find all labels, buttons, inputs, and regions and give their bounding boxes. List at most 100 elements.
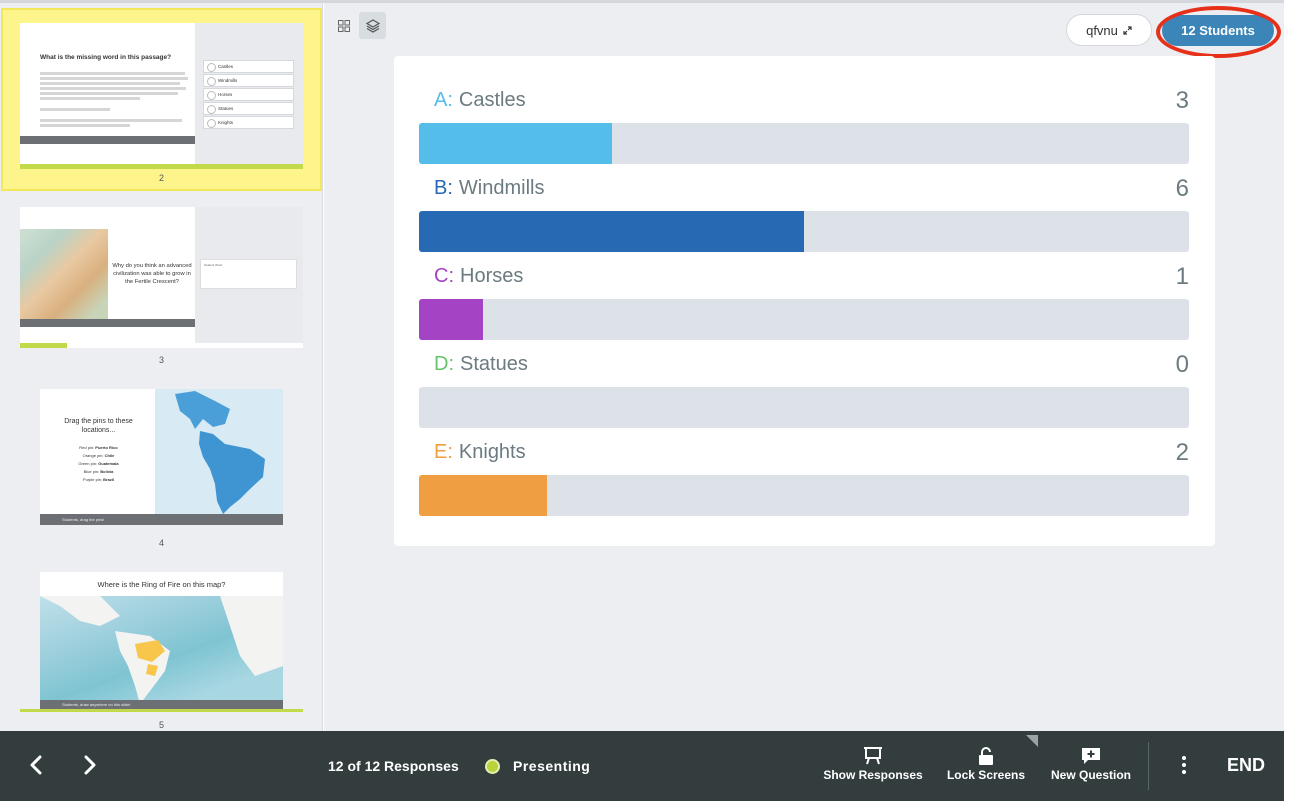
answer-bar-fill — [419, 123, 612, 164]
more-options-icon[interactable] — [1174, 753, 1194, 777]
presenting-status: Presenting — [513, 758, 591, 774]
new-question-label: New Question — [1050, 768, 1131, 782]
pin-row: Green pin: Guatemala — [56, 460, 141, 468]
answer-bar-track — [419, 387, 1189, 428]
pin-label: Orange pin: — [82, 453, 104, 458]
lock-screens-button[interactable]: Lock Screens — [945, 747, 1027, 782]
show-responses-button[interactable]: Show Responses — [822, 747, 924, 782]
answer-bar-fill — [419, 299, 484, 340]
pin-label: Blue pin: — [83, 469, 100, 474]
slide-sidebar[interactable]: What is the missing word in this passage… — [0, 3, 323, 731]
bottom-toolbar: 12 of 12 Responses Presenting Show Respo… — [0, 731, 1284, 801]
answer-text: Windmills — [458, 177, 545, 199]
slide-4-footer: Students, drag the pins! — [40, 514, 283, 525]
answer-bar-track — [419, 475, 1189, 516]
grid-view-button[interactable] — [330, 12, 357, 39]
slide-4-pin-list: Red pin: Puerto Rico Orange pin: Chile G… — [56, 444, 141, 484]
slide-2-option: Knights — [203, 116, 294, 129]
slide-number: 2 — [158, 173, 164, 183]
pin-place: Guatemala — [98, 461, 119, 466]
dropdown-corner-indicator — [1026, 735, 1038, 747]
answer-count: 6 — [1175, 175, 1189, 202]
add-comment-icon — [1082, 748, 1100, 764]
pin-label: Purple pin: — [82, 477, 103, 482]
slide-4-title: Drag the pins to these locations... — [64, 418, 133, 434]
layers-view-button[interactable] — [359, 12, 386, 39]
slide-number: 4 — [158, 538, 164, 548]
answer-count: 0 — [1175, 351, 1189, 378]
slide-4-map-image — [155, 389, 283, 517]
pin-row: Blue pin: Bolivia — [56, 468, 141, 476]
answer-text: Knights — [458, 441, 526, 463]
pin-row: Orange pin: Chile — [56, 452, 141, 460]
slide-2-content: What is the missing word in this passage… — [20, 23, 195, 165]
main-panel: qfvnu 12 Students A: Castles 3 B: Windmills 6… — [324, 3, 1284, 731]
answer-label: A: Castles — [434, 89, 526, 112]
answer-bar-track — [419, 123, 1189, 164]
pin-place: Brazil — [103, 477, 115, 482]
previous-arrow-icon[interactable] — [26, 754, 48, 776]
slide-3-response-box: Student Work — [200, 259, 297, 289]
grid-icon — [337, 19, 350, 32]
slide-2-footer — [20, 136, 195, 144]
answer-label: C: Horses — [434, 265, 523, 288]
answer-letter: C: — [434, 265, 454, 287]
show-responses-label: Show Responses — [823, 768, 923, 782]
slide-3-map-image — [20, 229, 108, 327]
toolbar-divider — [1148, 742, 1149, 790]
answer-label: D: Statues — [434, 353, 528, 376]
answer-letter: B: — [434, 177, 453, 199]
answer-letter: E: — [434, 441, 453, 463]
app-window: What is the missing word in this passage… — [0, 0, 1289, 801]
slide-thumbnail-4[interactable]: Drag the pins to these locations... Red … — [20, 389, 303, 529]
answer-letter: D: — [434, 353, 454, 375]
layers-icon — [365, 18, 380, 33]
answer-count: 1 — [1175, 263, 1189, 290]
pin-place: Puerto Rico — [95, 445, 118, 450]
presentation-icon — [864, 747, 882, 765]
pin-label: Red pin: — [79, 445, 95, 450]
slide-3-footer — [20, 319, 195, 327]
slide-thumbnail-3[interactable]: Why do you think an advanced civilizatio… — [20, 207, 303, 348]
pin-place: Bolivia — [100, 469, 114, 474]
slide-2-progress — [20, 164, 303, 169]
slide-thumbnail-5[interactable]: Where is the Ring of Fire on this map? S… — [20, 572, 303, 712]
slide-5-title: Where is the Ring of Fire on this map? — [97, 580, 226, 589]
lock-screens-label: Lock Screens — [946, 768, 1026, 782]
new-question-button[interactable]: New Question — [1046, 747, 1136, 782]
next-arrow-icon[interactable] — [78, 754, 100, 776]
end-session-button[interactable]: END — [1227, 755, 1265, 776]
slide-2-passage — [40, 72, 190, 127]
slide-2-option: Horses — [203, 88, 294, 101]
answer-text: Castles — [458, 89, 526, 111]
answer-letter: A: — [434, 89, 453, 111]
answer-text: Statues — [460, 353, 528, 375]
response-count: 12 of 12 Responses — [328, 758, 459, 774]
slide-2-option: Statues — [203, 102, 294, 115]
class-code: qfvnu — [1086, 22, 1118, 38]
pin-row: Purple pin: Brazil — [56, 476, 141, 484]
answer-label: B: Windmills — [434, 177, 544, 200]
pin-label: Green pin: — [78, 461, 98, 466]
answer-count: 2 — [1175, 439, 1189, 466]
pin-place: Chile — [104, 453, 115, 458]
pin-row: Red pin: Puerto Rico — [56, 444, 141, 452]
slide-2-title: What is the missing word in this passage… — [40, 54, 172, 61]
lock-icon — [979, 747, 993, 765]
answer-bar-track — [419, 299, 1189, 340]
answer-bar-track — [419, 211, 1189, 252]
answer-label: E: Knights — [434, 441, 526, 464]
slide-number: 3 — [158, 355, 164, 365]
slide-3-title: Why do you think an advanced civilizatio… — [112, 263, 192, 285]
results-card: A: Castles 3 B: Windmills 6 C: Horses 1 D: Statues… — [394, 56, 1215, 546]
answer-bar-fill — [419, 475, 548, 516]
slide-3-progress — [20, 343, 67, 348]
expand-icon — [1123, 25, 1132, 35]
slide-thumbnail-2[interactable]: What is the missing word in this passage… — [20, 23, 303, 169]
slide-5-map-image — [40, 596, 283, 706]
annotation-circle — [1156, 6, 1281, 58]
class-code-button[interactable]: qfvnu — [1066, 14, 1152, 46]
presenting-status-dot — [485, 759, 500, 774]
answer-text: Horses — [460, 265, 524, 287]
slide-number: 5 — [158, 720, 164, 730]
